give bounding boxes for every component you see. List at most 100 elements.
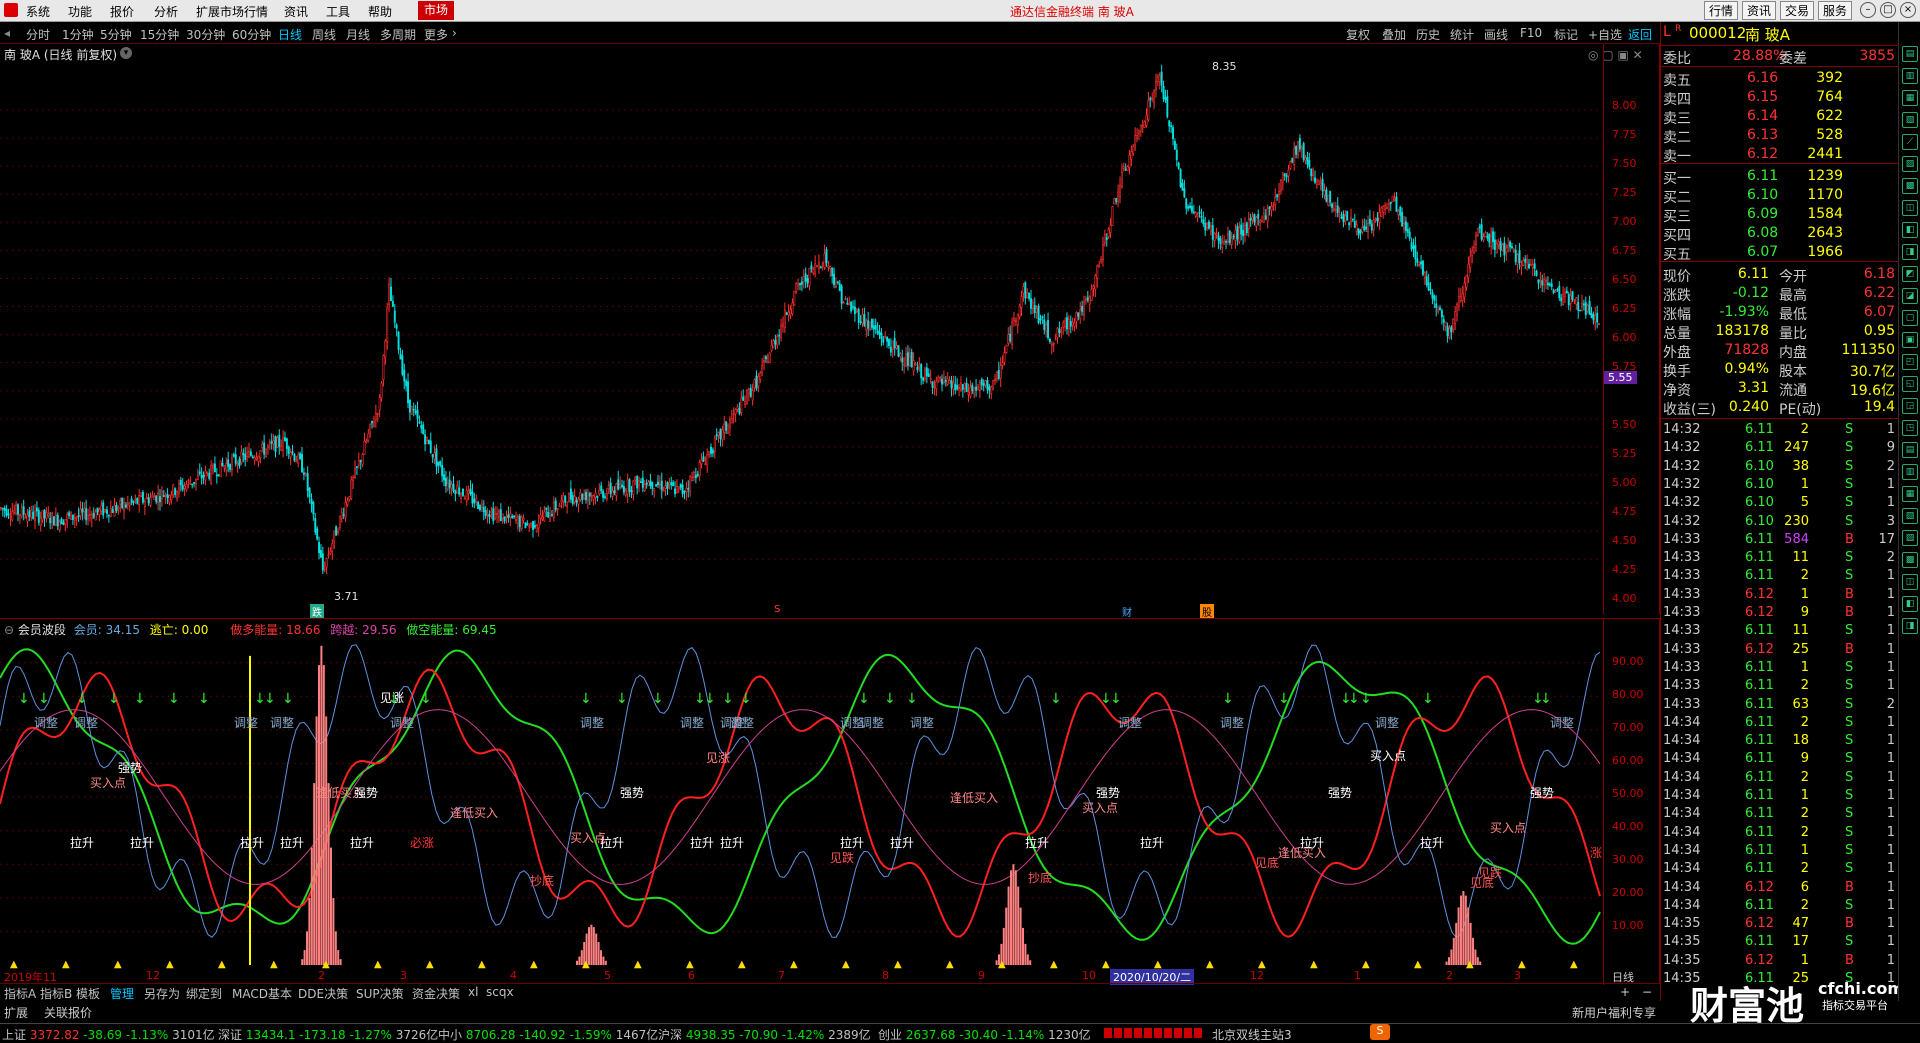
close-icon[interactable]: ×: [1900, 2, 1916, 18]
sidebar-icon-22[interactable]: ▧: [1902, 508, 1918, 524]
tick-row[interactable]: 14:32 6.10 5 S 1: [1661, 495, 1899, 513]
zoom-in-icon[interactable]: +: [1620, 985, 1630, 999]
tick-row[interactable]: 14:32 6.10 1 S 1: [1661, 477, 1899, 495]
expand-button[interactable]: 扩展: [4, 1004, 28, 1021]
period-multi[interactable]: 多周期: [380, 26, 416, 43]
menu-news[interactable]: 资讯: [284, 3, 308, 20]
menu-tools[interactable]: 工具: [326, 3, 350, 20]
tab-xl[interactable]: xl: [468, 985, 478, 999]
news-button[interactable]: 资讯: [1742, 1, 1777, 20]
sidebar-icon-12[interactable]: ◪: [1902, 288, 1918, 304]
menu-help[interactable]: 帮助: [368, 3, 392, 20]
sidebar-icon-10[interactable]: ◨: [1902, 244, 1918, 260]
promo-link[interactable]: 新用户福利专享: [1572, 1004, 1656, 1021]
tick-row[interactable]: 14:32 6.11 247 S 9: [1661, 440, 1899, 458]
sidebar-icon-2[interactable]: ▥: [1902, 68, 1918, 84]
tick-row[interactable]: 14:35 6.11 25 S 1: [1661, 971, 1899, 989]
sidebar-icon-24[interactable]: ▩: [1902, 552, 1918, 568]
sidebar-icon-17[interactable]: ◲: [1902, 398, 1918, 414]
tick-row[interactable]: 14:34 6.11 2 S 1: [1661, 825, 1899, 843]
tick-row[interactable]: 14:34 6.11 2 S 1: [1661, 770, 1899, 788]
tick-row[interactable]: 14:34 6.11 9 S 1: [1661, 751, 1899, 769]
indicator-panel[interactable]: ⊖ 会员波段 会员: 34.15 逃亡: 0.00 做多能量: 18.66 跨越…: [0, 618, 1660, 985]
sidebar-icon-15[interactable]: ◰: [1902, 354, 1918, 370]
sidebar-icon-23[interactable]: ▨: [1902, 530, 1918, 546]
tick-row[interactable]: 14:34 6.12 6 B 1: [1661, 880, 1899, 898]
tab-fund[interactable]: 资金决策: [412, 985, 460, 1002]
tick-row[interactable]: 14:35 6.12 47 B 1: [1661, 916, 1899, 934]
server-name[interactable]: 北京双线主站3: [1212, 1026, 1292, 1043]
tool-f10[interactable]: F10: [1520, 26, 1542, 40]
period-more[interactable]: 更多: [424, 26, 448, 43]
tick-row[interactable]: 14:35 6.12 1 B 1: [1661, 953, 1899, 971]
sidebar-icon-27[interactable]: ◨: [1902, 618, 1918, 634]
tab-indicator-a[interactable]: 指标A: [4, 985, 36, 1002]
sidebar-icon-3[interactable]: ▦: [1902, 90, 1918, 106]
service-button[interactable]: 服务: [1818, 1, 1853, 20]
menu-function[interactable]: 功能: [68, 3, 92, 20]
sidebar-icon-19[interactable]: ▤: [1902, 442, 1918, 458]
tab-manage[interactable]: 管理: [110, 985, 134, 1002]
sidebar-icon-4[interactable]: ▧: [1902, 112, 1918, 128]
period-daily[interactable]: 日线: [278, 26, 302, 43]
tick-row[interactable]: 14:33 6.11 11 S 2: [1661, 550, 1899, 568]
menu-system[interactable]: 系统: [26, 3, 50, 20]
tick-row[interactable]: 14:32 6.10 230 S 3: [1661, 514, 1899, 532]
menu-extended-market[interactable]: 扩展市场行情: [196, 3, 268, 20]
sidebar-icon-20[interactable]: ▥: [1902, 464, 1918, 480]
tab-bind-to[interactable]: 绑定到: [186, 985, 222, 1002]
sidebar-icon-9[interactable]: ◧: [1902, 222, 1918, 238]
sidebar-icon-26[interactable]: ◧: [1902, 596, 1918, 612]
tab-macd[interactable]: MACD基本: [232, 985, 292, 1002]
tool-mark[interactable]: 标记: [1554, 26, 1578, 43]
tick-row[interactable]: 14:33 6.11 1 S 1: [1661, 660, 1899, 678]
minimize-icon[interactable]: –: [1860, 2, 1876, 18]
sidebar-icon-13[interactable]: ▢: [1902, 310, 1918, 326]
tab-dde[interactable]: DDE决策: [298, 985, 348, 1002]
tick-row[interactable]: 14:32 6.11 2 S 1: [1661, 422, 1899, 440]
tool-back[interactable]: 返回: [1628, 26, 1652, 43]
chart-line-icon[interactable]: ⟋: [1902, 134, 1918, 150]
tick-row[interactable]: 14:33 6.12 9 B 1: [1661, 605, 1899, 623]
tick-row[interactable]: 14:34 6.11 2 S 1: [1661, 898, 1899, 916]
period-5min[interactable]: 5分钟: [100, 26, 132, 43]
tick-row[interactable]: 14:33 6.11 584 B 17: [1661, 532, 1899, 550]
period-minute[interactable]: 分时: [26, 26, 50, 43]
event-marker-finance[interactable]: 财: [1122, 604, 1132, 619]
maximize-icon[interactable]: □: [1880, 2, 1896, 18]
trade-button[interactable]: 交易: [1780, 1, 1815, 20]
tool-draw[interactable]: 画线: [1484, 26, 1508, 43]
period-weekly[interactable]: 周线: [312, 26, 336, 43]
event-marker-stock[interactable]: 股: [1200, 604, 1214, 619]
quote-button[interactable]: 行情: [1704, 1, 1739, 20]
period-60min[interactable]: 60分钟: [232, 26, 271, 43]
tick-row[interactable]: 14:34 6.11 2 S 1: [1661, 715, 1899, 733]
sidebar-icon-21[interactable]: ▦: [1902, 486, 1918, 502]
sidebar-icon-7[interactable]: ▩: [1902, 178, 1918, 194]
event-marker-fall[interactable]: 跌: [310, 604, 324, 619]
arrow-left-icon[interactable]: ◂: [4, 26, 10, 40]
tab-indicator-b[interactable]: 指标B: [40, 985, 72, 1002]
tool-overlay[interactable]: 叠加: [1382, 26, 1406, 43]
input-method-icon[interactable]: S: [1370, 1024, 1390, 1040]
tick-row[interactable]: 14:34 6.11 18 S 1: [1661, 733, 1899, 751]
event-marker-s[interactable]: S: [774, 604, 780, 615]
tick-row[interactable]: 14:33 6.12 25 B 1: [1661, 642, 1899, 660]
menu-quote[interactable]: 报价: [110, 3, 134, 20]
sidebar-icon-18[interactable]: ◳: [1902, 420, 1918, 436]
kline-chart[interactable]: 南 玻A (日线 前复权) ▾ ◎ ▢ ▣ ✕ 8.35 3.71 跌 S 财 …: [0, 44, 1660, 619]
tick-row[interactable]: 14:34 6.11 2 S 1: [1661, 806, 1899, 824]
tab-save-as[interactable]: 另存为: [144, 985, 180, 1002]
tick-row[interactable]: 14:33 6.11 2 S 1: [1661, 678, 1899, 696]
tab-sup[interactable]: SUP决策: [356, 985, 404, 1002]
sidebar-icon-16[interactable]: ◱: [1902, 376, 1918, 392]
sidebar-icon-6[interactable]: ▨: [1902, 156, 1918, 172]
sidebar-icon-8[interactable]: ◫: [1902, 200, 1918, 216]
sidebar-icon-1[interactable]: ▤: [1902, 46, 1918, 62]
period-30min[interactable]: 30分钟: [186, 26, 225, 43]
sidebar-icon-11[interactable]: ◩: [1902, 266, 1918, 282]
tab-template[interactable]: 模板: [76, 985, 100, 1002]
tick-row[interactable]: 14:33 6.11 63 S 2: [1661, 697, 1899, 715]
sidebar-icon-14[interactable]: ▣: [1902, 332, 1918, 348]
tick-row[interactable]: 14:34 6.11 1 S 1: [1661, 788, 1899, 806]
